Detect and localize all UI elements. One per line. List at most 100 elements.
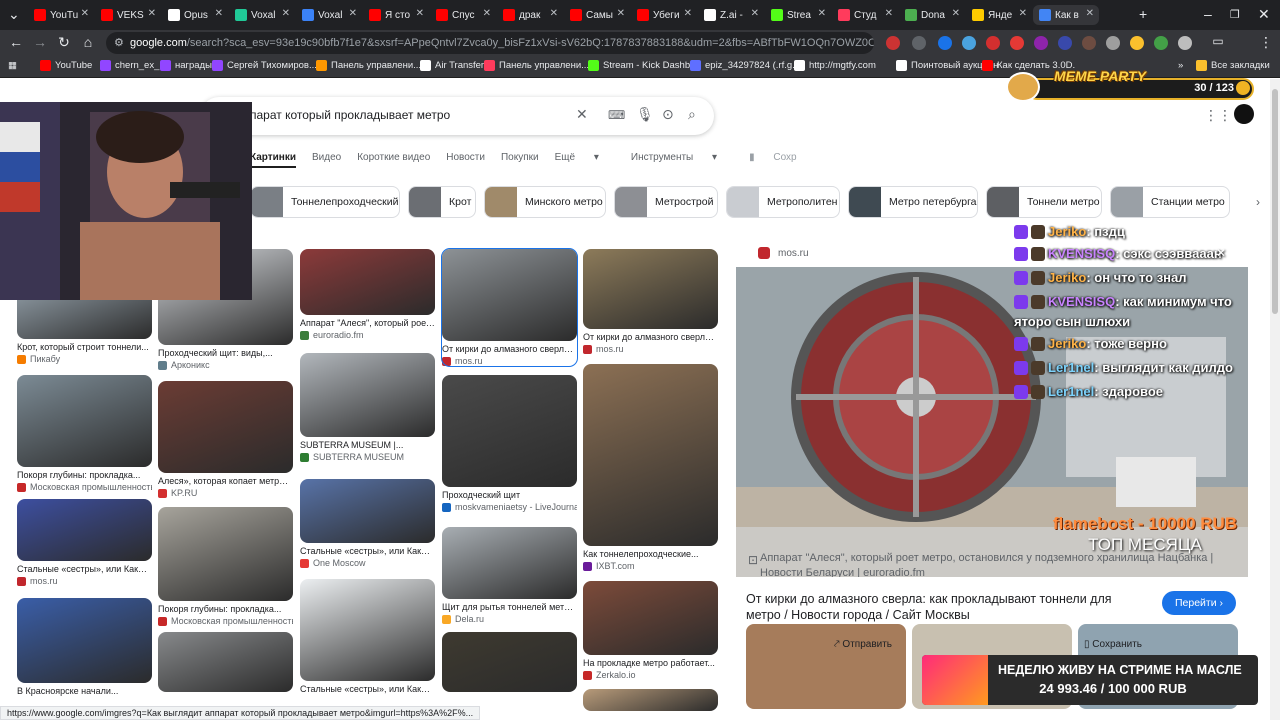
address-bar[interactable]: ⚙ google.com/search?sca_esv=93e19c90bfb7… xyxy=(106,32,874,54)
image-result[interactable]: Проходческий щит moskvameniaetsy - LiveJo… xyxy=(442,375,577,512)
result-source[interactable]: mos.ru xyxy=(583,344,718,354)
close-icon[interactable]: ✕ xyxy=(1216,246,1226,260)
visit-button[interactable]: Перейти › xyxy=(1162,591,1236,615)
result-caption[interactable]: В Красноярске начали... xyxy=(17,686,152,696)
image-result[interactable] xyxy=(442,632,577,692)
result-thumbnail[interactable] xyxy=(583,689,718,711)
voice-search-icon[interactable]: 🎙 xyxy=(636,106,654,123)
browser-tab[interactable]: Янде ✕ xyxy=(966,5,1032,25)
result-source[interactable]: Zerkalo.io xyxy=(583,670,718,680)
extension-icon[interactable] xyxy=(1010,36,1024,50)
image-result[interactable]: Аппарат "Алеся", который роет... euroradi… xyxy=(300,249,435,340)
image-result[interactable]: Алеся», которая копает метро,... KP.RU xyxy=(158,381,293,498)
result-source[interactable]: Пикабу xyxy=(17,354,152,364)
image-result[interactable]: Стальные «сестры», или Какие... xyxy=(300,579,435,694)
image-result[interactable]: Стальные «сестры», или Какие... mos.ru xyxy=(17,499,152,586)
new-tab-icon[interactable]: + xyxy=(1139,6,1147,22)
result-thumbnail[interactable] xyxy=(17,598,152,683)
tab-close-icon[interactable]: ✕ xyxy=(416,8,424,19)
tab-close-icon[interactable]: ✕ xyxy=(349,8,357,19)
tab-news[interactable]: Новости xyxy=(446,152,485,168)
browser-tab[interactable]: Спус ✕ xyxy=(430,5,496,25)
related-image[interactable] xyxy=(746,624,906,709)
tab-close-icon[interactable]: ✕ xyxy=(684,8,692,19)
chevron-right-icon[interactable]: › xyxy=(1256,195,1260,209)
extension-icon[interactable] xyxy=(1130,36,1144,50)
tab-close-icon[interactable]: ✕ xyxy=(148,8,156,19)
browser-tab[interactable]: Voxal ✕ xyxy=(229,5,295,25)
bookmark-item[interactable]: chern_ex_ xyxy=(100,60,159,71)
close-window-icon[interactable]: ✕ xyxy=(1258,6,1270,23)
browser-tab[interactable]: Я сто ✕ xyxy=(363,5,429,25)
result-thumbnail[interactable] xyxy=(158,632,293,692)
result-caption[interactable]: Крот, который строит тоннели... xyxy=(17,342,152,352)
lens-icon[interactable]: ⊡ xyxy=(748,553,758,567)
search-box[interactable]: парат который прокладывает метро ✕ ⌨ 🎙 ⊙… xyxy=(200,97,714,135)
forward-icon[interactable]: → xyxy=(30,34,50,50)
extension-icon[interactable] xyxy=(1034,36,1048,50)
image-result[interactable] xyxy=(158,632,293,692)
browser-tab[interactable]: Strea ✕ xyxy=(765,5,831,25)
bookmark-item[interactable]: Stream - Kick Dashb... xyxy=(588,60,698,71)
tab-tools[interactable]: Инструменты ▾ xyxy=(631,152,733,168)
result-thumbnail[interactable] xyxy=(442,375,577,487)
result-source[interactable]: mos.ru xyxy=(17,576,152,586)
result-source[interactable]: euroradio.fm xyxy=(300,330,435,340)
result-caption[interactable]: Проходческий щит: виды,... xyxy=(158,348,293,358)
browser-tab[interactable]: VEKS ✕ xyxy=(95,5,161,25)
account-avatar[interactable] xyxy=(1234,104,1254,124)
bookmark-item[interactable]: Air Transfer xyxy=(420,60,484,71)
site-info-icon[interactable]: ⚙ xyxy=(114,32,124,54)
result-caption[interactable]: Стальные «сестры», или Какие... xyxy=(300,546,435,556)
search-icon[interactable]: ⌕ xyxy=(688,106,696,123)
tab-close-icon[interactable]: ✕ xyxy=(282,8,290,19)
result-source[interactable]: moskvameniaetsy - LiveJournal xyxy=(442,502,577,512)
image-result[interactable]: Покоря глубины: прокладка... Московская п… xyxy=(17,375,152,492)
side-panel-icon[interactable]: ▭ xyxy=(1208,34,1228,48)
result-thumbnail[interactable] xyxy=(300,579,435,681)
result-thumbnail[interactable] xyxy=(158,507,293,601)
tab-close-icon[interactable]: ✕ xyxy=(751,8,759,19)
extension-icon[interactable] xyxy=(962,36,976,50)
image-result[interactable]: Крот, который строит тоннели... Пикабу xyxy=(17,289,152,364)
result-thumbnail[interactable] xyxy=(442,632,577,692)
result-source[interactable]: SUBTERRA MUSEUM xyxy=(300,452,435,462)
extension-icon[interactable] xyxy=(938,36,952,50)
browser-menu-icon[interactable]: ⋮ xyxy=(1256,34,1276,51)
tab-close-icon[interactable]: ✕ xyxy=(1019,8,1027,19)
preview-title[interactable]: От кирки до алмазного сверла: как прокла… xyxy=(746,591,1146,623)
apps-grid-icon[interactable]: ▦ xyxy=(8,60,17,71)
result-caption[interactable]: Алеся», которая копает метро,... xyxy=(158,476,293,486)
tab-close-icon[interactable]: ✕ xyxy=(818,8,826,19)
clear-icon[interactable]: ✕ xyxy=(576,106,588,123)
home-icon[interactable]: ⌂ xyxy=(78,34,98,50)
tab-close-icon[interactable]: ✕ xyxy=(550,8,558,19)
image-result[interactable]: Как тоннелепроходческие... IXBT.com xyxy=(583,364,718,571)
save-button[interactable]: ▯ Сохранить xyxy=(1084,639,1142,650)
result-caption[interactable]: От кирки до алмазного сверла:... xyxy=(442,344,577,354)
tab-close-icon[interactable]: ✕ xyxy=(81,8,89,19)
result-thumbnail[interactable] xyxy=(583,364,718,546)
result-caption[interactable]: Аппарат "Алеся", который роет... xyxy=(300,318,435,328)
tab-search-icon[interactable]: ⌄ xyxy=(8,6,20,23)
result-source[interactable]: mos.ru xyxy=(442,356,577,366)
tab-saved[interactable]: ▮ Сохр xyxy=(749,152,813,168)
bookmark-item[interactable]: награды xyxy=(160,60,212,71)
lens-icon[interactable]: ⊙ xyxy=(662,106,674,123)
result-thumbnail[interactable] xyxy=(300,353,435,437)
extension-icon[interactable] xyxy=(1154,36,1168,50)
result-thumbnail[interactable] xyxy=(583,249,718,329)
result-caption[interactable]: Щит для рытья тоннелей метро... xyxy=(442,602,577,612)
extension-icon[interactable] xyxy=(1082,36,1096,50)
related-chip[interactable]: Крот xyxy=(408,186,476,218)
result-source[interactable]: IXBT.com xyxy=(583,561,718,571)
related-chip[interactable]: Метрополитен xyxy=(726,186,840,218)
reload-icon[interactable]: ↻ xyxy=(54,34,74,51)
image-result[interactable]: Стальные «сестры», или Какие... One Mosco… xyxy=(300,479,435,568)
browser-tab[interactable]: Dona ✕ xyxy=(899,5,965,25)
preview-source[interactable]: mos.ru xyxy=(758,247,809,259)
extensions-puzzle-icon[interactable] xyxy=(1178,36,1192,50)
extension-icon[interactable] xyxy=(986,36,1000,50)
image-result[interactable]: Покоря глубины: прокладка... Московская п… xyxy=(158,507,293,626)
tab-close-icon[interactable]: ✕ xyxy=(885,8,893,19)
